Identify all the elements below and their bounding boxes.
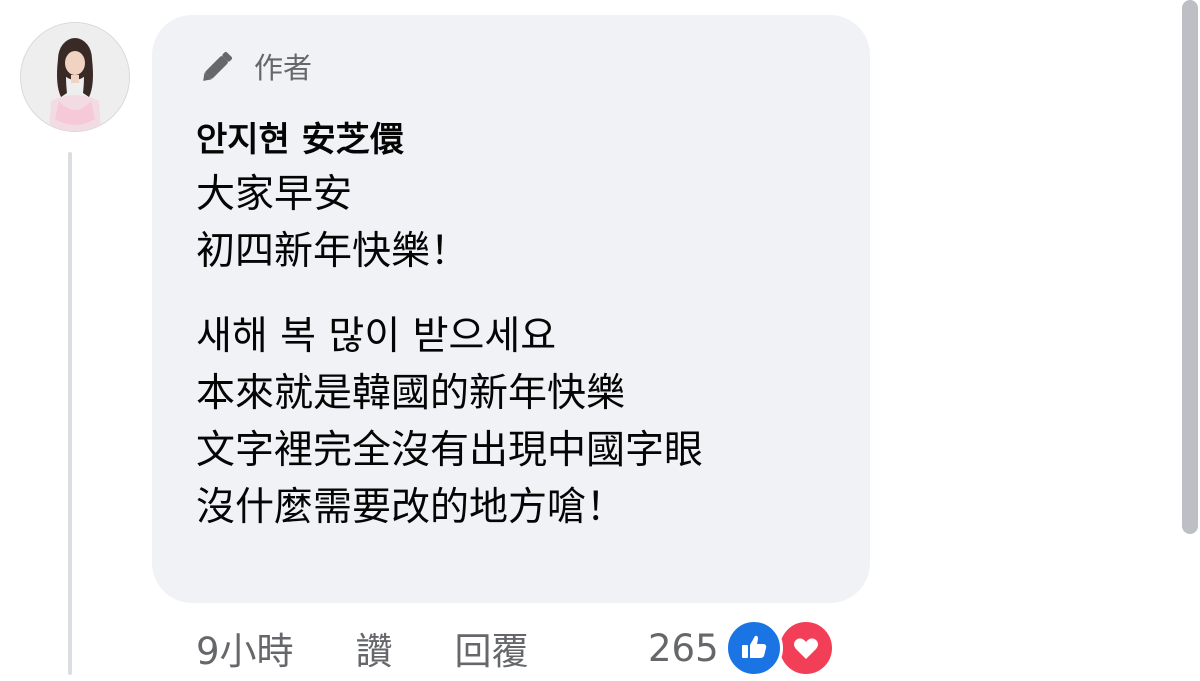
comment-line: 沒什麼需要改的地方嗆！ [196, 485, 626, 530]
author-badge: 作者 [196, 42, 312, 90]
like-icon [724, 619, 783, 677]
love-icon [776, 619, 835, 677]
scrollbar[interactable] [1180, 0, 1200, 675]
reaction-summary[interactable]: 265 [648, 615, 835, 681]
comment-line: 初四新年快樂！ [196, 229, 470, 274]
comment-text: 大家早安 初四新年快樂！ 새해 복 많이 받으세요 本來就是韓國的新年快樂 文字… [196, 166, 846, 536]
comment-line: 새해 복 많이 받으세요 [196, 314, 557, 359]
scrollbar-thumb[interactable] [1182, 0, 1198, 534]
author-badge-label: 作者 [254, 51, 313, 85]
commenter-name[interactable]: 안지현 安芝儇 [196, 112, 404, 161]
comment-actions: 9小時 讚 回覆 [196, 617, 529, 679]
avatar[interactable] [20, 22, 130, 132]
reply-button[interactable]: 回覆 [455, 621, 529, 675]
reaction-count: 265 [648, 626, 719, 670]
avatar-image [21, 23, 129, 131]
comment-line: 文字裡完全沒有出現中國字眼 [196, 428, 704, 473]
reply-thread-line [68, 152, 72, 675]
comment-line: 大家早安 [196, 172, 353, 217]
comment-timestamp[interactable]: 9小時 [196, 621, 294, 675]
like-button[interactable]: 讚 [356, 621, 393, 675]
comment-line: 本來就是韓國的新年快樂 [196, 371, 626, 416]
pen-icon [196, 44, 240, 88]
